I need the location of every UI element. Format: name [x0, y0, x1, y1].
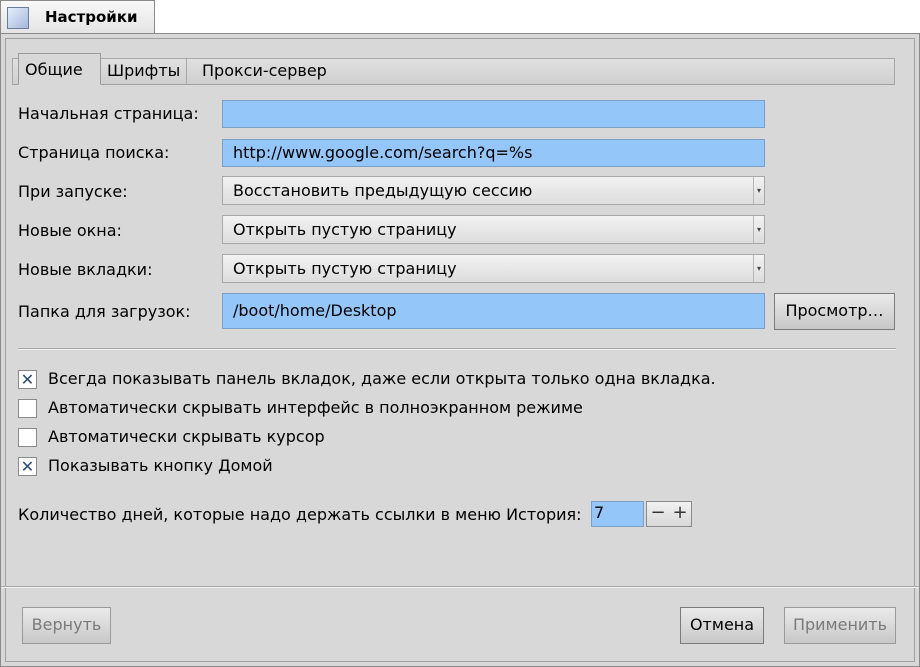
new-tabs-value: Открыть пустую страницу — [233, 259, 457, 278]
on-startup-label: При запуске: — [18, 182, 128, 201]
window-title-tab[interactable]: Настройки — [0, 0, 155, 34]
window-title: Настройки — [45, 8, 138, 26]
new-tabs-select[interactable]: Открыть пустую страницу ▾ — [222, 254, 765, 283]
checkbox-autohide-interface[interactable] — [18, 399, 37, 418]
minus-icon[interactable]: − — [647, 502, 669, 526]
tab-general[interactable]: Общие — [18, 53, 101, 85]
start-page-label: Начальная страница: — [18, 104, 199, 123]
revert-button[interactable]: Вернуть — [22, 607, 111, 644]
checkbox-label[interactable]: Всегда показывать панель вкладок, даже е… — [48, 369, 716, 388]
on-startup-select[interactable]: Восстановить предыдущую сессию ▾ — [222, 176, 765, 205]
browse-button[interactable]: Просмотр… — [774, 293, 895, 330]
history-days-label: Количество дней, которые надо держать сс… — [18, 505, 582, 524]
chevron-down-icon: ▾ — [753, 177, 764, 204]
checkbox-label[interactable]: Автоматически скрывать курсор — [48, 427, 325, 446]
settings-window: Шрифты Прокси-сервер Общие Начальная стр… — [0, 33, 920, 667]
separator — [18, 348, 896, 350]
chevron-down-icon: ▾ — [753, 255, 764, 282]
close-box-icon[interactable] — [7, 7, 29, 29]
cancel-button[interactable]: Отмена — [680, 607, 764, 644]
on-startup-value: Восстановить предыдущую сессию — [233, 181, 533, 200]
history-days-stepper[interactable]: − + — [646, 501, 692, 527]
bottom-separator — [1, 586, 919, 588]
checkbox-always-show-tabs[interactable]: ✕ — [18, 370, 37, 389]
tab-bar: Шрифты Прокси-сервер Общие — [12, 53, 895, 85]
history-days-input[interactable]: 7 — [591, 501, 644, 527]
start-page-input[interactable] — [222, 100, 765, 128]
apply-button[interactable]: Применить — [784, 607, 896, 644]
checkbox-autohide-cursor[interactable] — [18, 428, 37, 447]
new-windows-label: Новые окна: — [18, 221, 122, 240]
search-page-label: Страница поиска: — [18, 143, 170, 162]
checkbox-label[interactable]: Автоматически скрывать интерфейс в полно… — [48, 398, 583, 417]
new-tabs-label: Новые вкладки: — [18, 260, 153, 279]
checkbox-show-home-button[interactable]: ✕ — [18, 457, 37, 476]
new-windows-value: Открыть пустую страницу — [233, 220, 457, 239]
tab-proxy[interactable]: Прокси-сервер — [196, 58, 333, 85]
new-windows-select[interactable]: Открыть пустую страницу ▾ — [222, 215, 765, 244]
plus-icon[interactable]: + — [669, 502, 691, 526]
download-folder-input[interactable]: /boot/home/Desktop — [222, 293, 765, 329]
window-frame — [5, 38, 915, 662]
download-folder-label: Папка для загрузок: — [18, 302, 191, 321]
search-page-input[interactable]: http://www.google.com/search?q=%s — [222, 139, 765, 167]
checkbox-label[interactable]: Показывать кнопку Домой — [48, 456, 273, 475]
check-icon: ✕ — [20, 457, 35, 476]
chevron-down-icon: ▾ — [753, 216, 764, 243]
tab-fonts[interactable]: Шрифты — [101, 58, 188, 85]
check-icon: ✕ — [20, 370, 35, 389]
